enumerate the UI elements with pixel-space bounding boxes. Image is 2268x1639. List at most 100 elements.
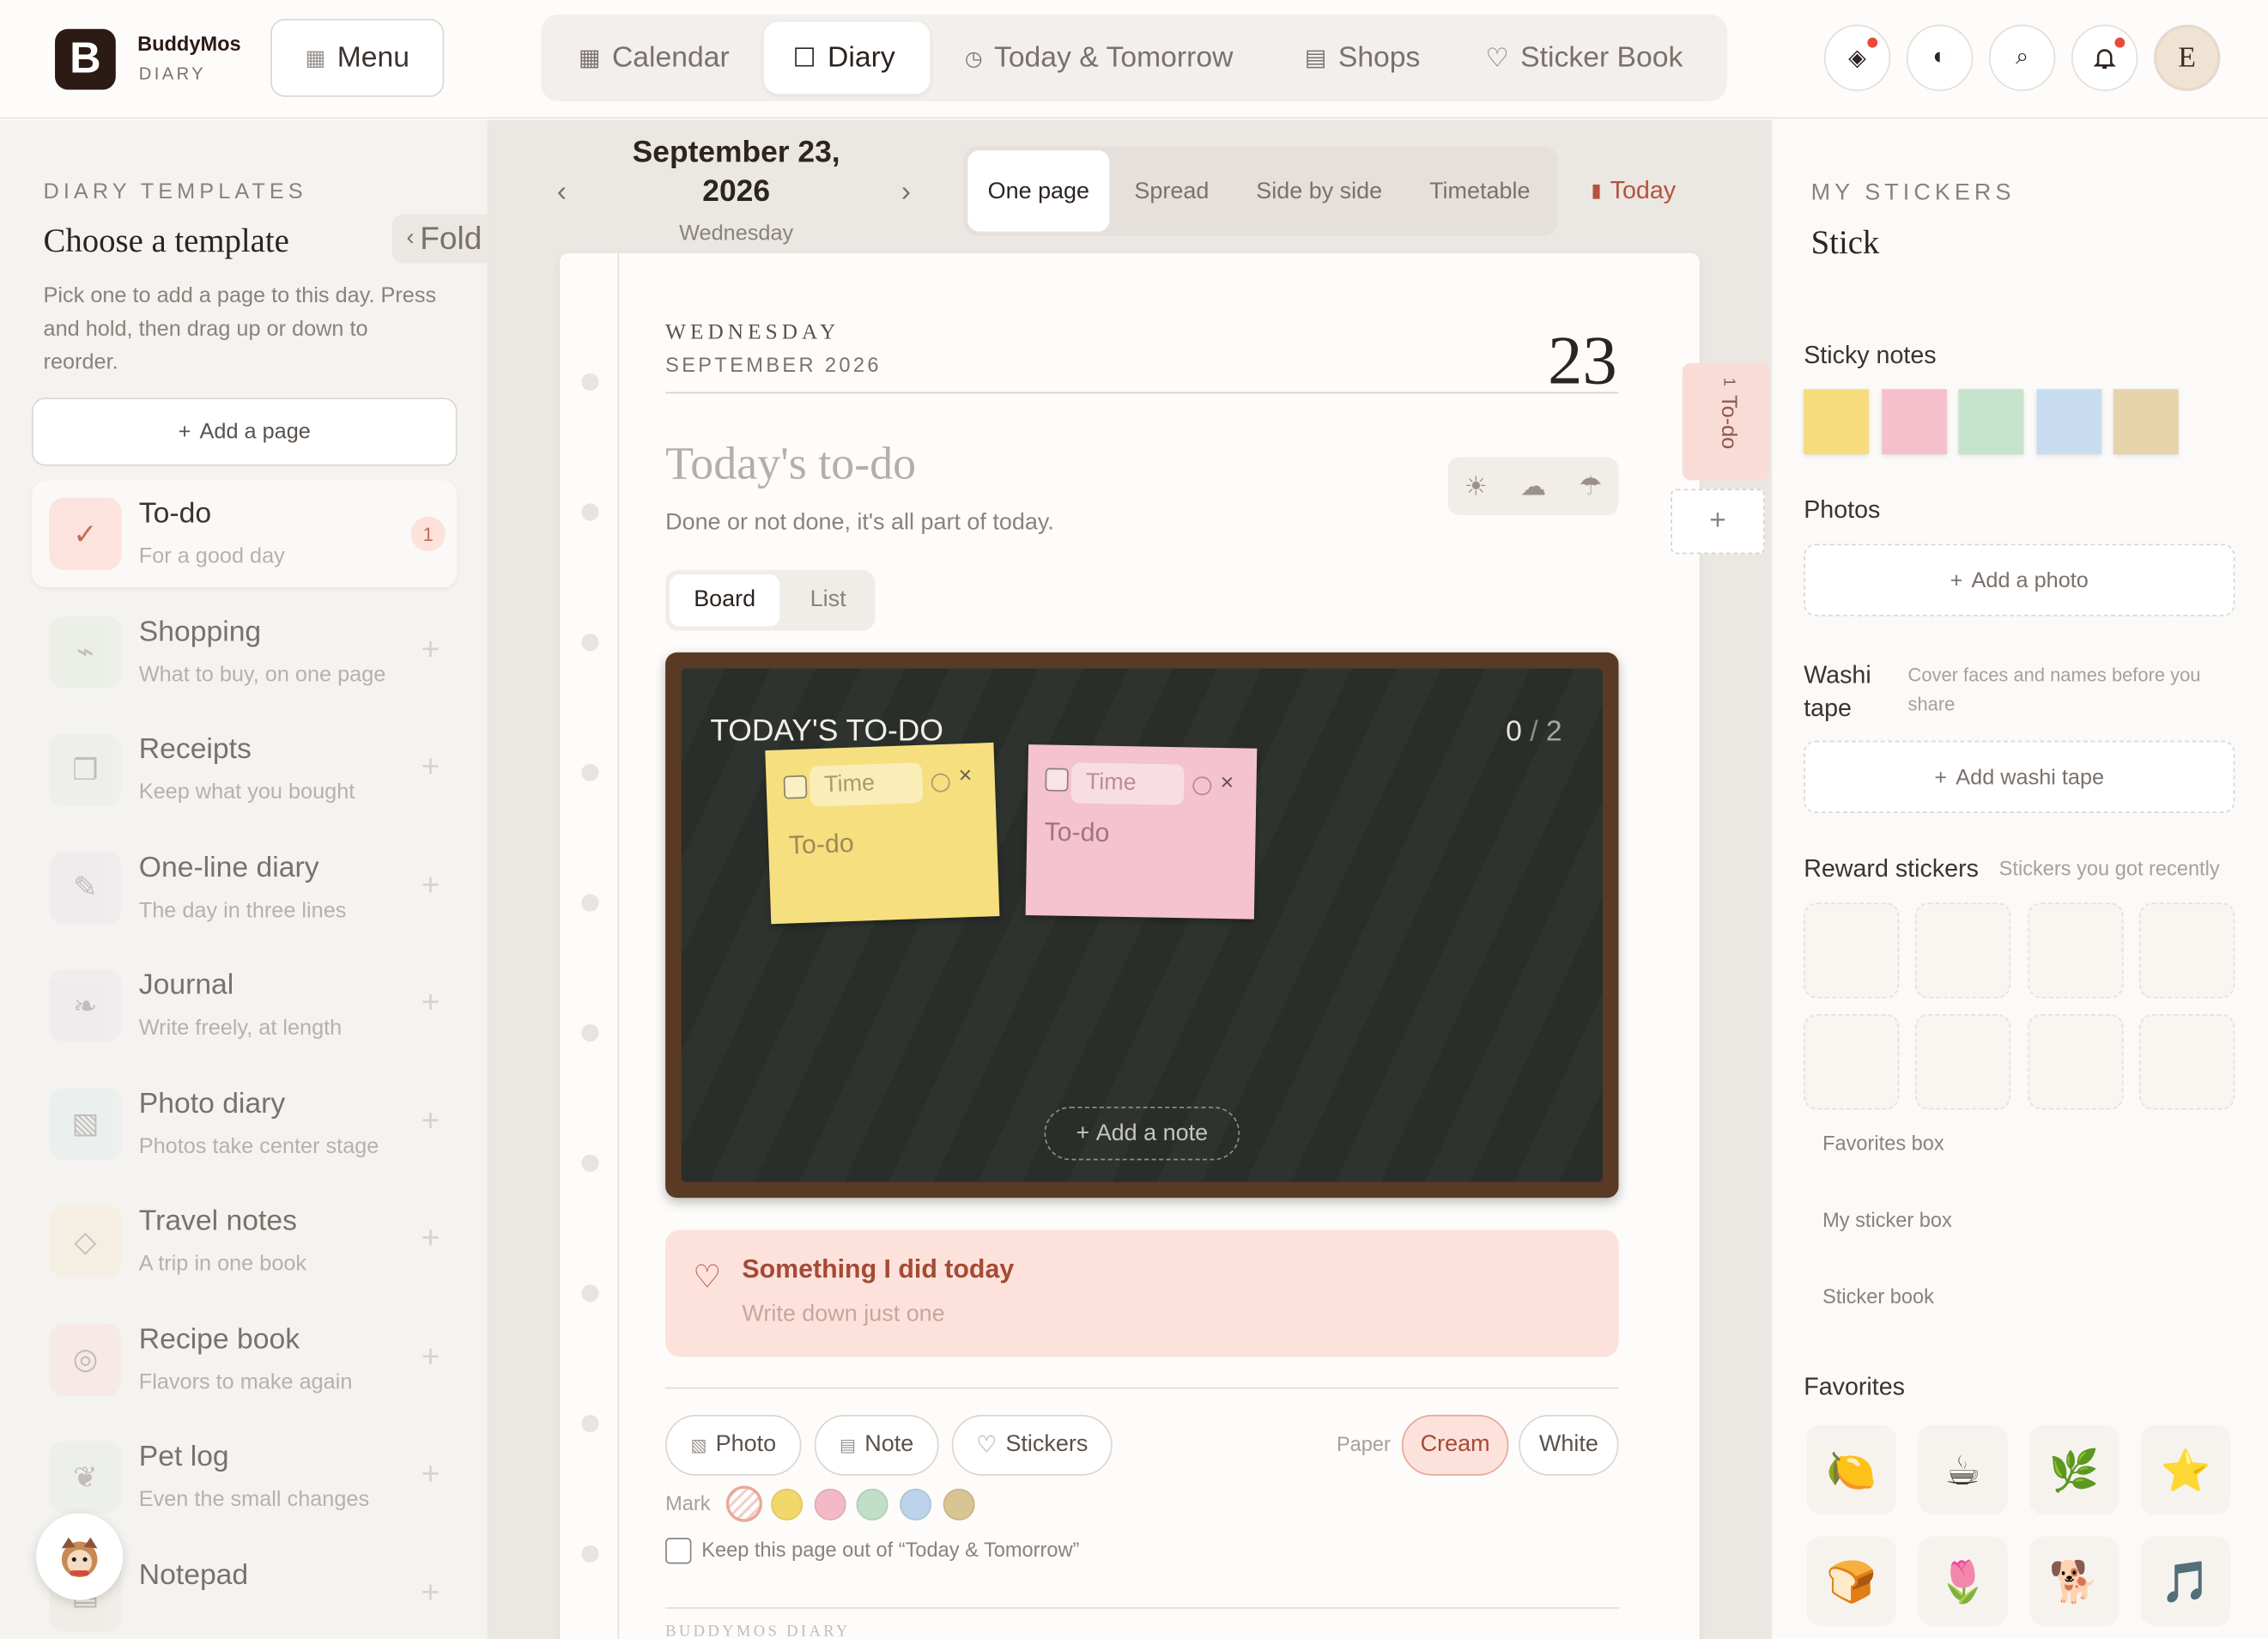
add-photo-chip[interactable]: ▧ Photo: [665, 1414, 802, 1476]
did-today-card[interactable]: ♡ Something I did today Write down just …: [665, 1229, 1619, 1357]
mark-color-swatch[interactable]: [943, 1488, 975, 1521]
sticky-note-swatch[interactable]: [1804, 389, 1870, 455]
template-to-do[interactable]: ✓ To-do For a good day 1: [32, 480, 458, 588]
template-journal[interactable]: ❧ Journal Write freely, at length +: [32, 952, 457, 1059]
avatar[interactable]: E: [2153, 24, 2221, 92]
mascot-button[interactable]: [36, 1513, 124, 1600]
keep-out-checkbox[interactable]: [665, 1538, 692, 1564]
template-photo-diary[interactable]: ▧ Photo diary Photos take center stage +: [32, 1070, 457, 1177]
note-color-button[interactable]: [931, 773, 951, 793]
nav-diary[interactable]: ☐ Diary: [763, 21, 931, 94]
search-button[interactable]: ⌕: [1988, 24, 2056, 92]
view-one-page[interactable]: One page: [967, 150, 1110, 232]
view-timetable[interactable]: Timetable: [1408, 150, 1552, 231]
note-time-field[interactable]: Time: [809, 762, 924, 807]
reward-sticker-slot[interactable]: [2027, 902, 2123, 999]
add-template-plus-icon[interactable]: +: [421, 1338, 440, 1375]
tab-list[interactable]: List: [788, 574, 868, 627]
reward-sticker-slot[interactable]: [1915, 902, 2011, 999]
add-stickers-chip[interactable]: ♡ Stickers: [951, 1414, 1113, 1476]
app-logo[interactable]: B: [55, 28, 116, 90]
paper-cream-option[interactable]: Cream: [1401, 1414, 1509, 1476]
add-template-plus-icon[interactable]: +: [421, 1573, 440, 1611]
tulip-sticker-icon[interactable]: 🌷: [1918, 1536, 2008, 1626]
add-page-button[interactable]: + Add a page: [32, 398, 458, 466]
mark-color-swatch[interactable]: [814, 1488, 846, 1521]
nav-today-tomorrow[interactable]: ◷ Today & Tomorrow: [944, 21, 1253, 94]
sticker-shortcut-button[interactable]: ◈: [1823, 24, 1891, 92]
add-template-plus-icon[interactable]: +: [421, 748, 440, 786]
favorites-box-link[interactable]: Favorites box: [1822, 1132, 1944, 1155]
template-one-line-diary[interactable]: ✎ One-line diary The day in three lines +: [32, 834, 457, 941]
menu-button[interactable]: ▦ Menu: [270, 18, 445, 97]
template-travel-notes[interactable]: ◇ Travel notes A trip in one book +: [32, 1187, 457, 1295]
note-text[interactable]: To-do: [788, 829, 854, 861]
music-sticker-icon[interactable]: 🎵: [2140, 1536, 2231, 1626]
sticker-book-link[interactable]: Sticker book: [1822, 1284, 1934, 1308]
add-template-plus-icon[interactable]: +: [421, 630, 440, 668]
add-photo-button[interactable]: + Add a photo: [1804, 543, 2235, 616]
lemon-sticker-icon[interactable]: 🍋: [1806, 1424, 1897, 1515]
mark-color-swatch[interactable]: [771, 1488, 804, 1521]
mark-color-swatch[interactable]: [900, 1488, 932, 1521]
reward-sticker-slot[interactable]: [2027, 1014, 2123, 1110]
nav-calendar[interactable]: ▦ Calendar: [558, 21, 749, 94]
sticky-note[interactable]: Time × To-do: [1025, 744, 1258, 920]
add-note-button[interactable]: + Add a note: [1044, 1107, 1240, 1161]
nav-sticker-book[interactable]: ♡ Sticker Book: [1465, 21, 1703, 94]
fold-button[interactable]: ‹ Fold: [391, 214, 488, 264]
reward-sticker-slot[interactable]: [2138, 1014, 2235, 1110]
mark-none-swatch[interactable]: [725, 1485, 762, 1522]
nav-shops[interactable]: ▤ Shops: [1284, 21, 1440, 94]
view-side-by-side[interactable]: Side by side: [1252, 150, 1386, 231]
sticky-note-swatch[interactable]: [2035, 389, 2101, 455]
note-color-button[interactable]: [1192, 776, 1212, 796]
add-note-chip[interactable]: ▤ Note: [814, 1414, 939, 1476]
add-template-plus-icon[interactable]: +: [421, 1102, 440, 1139]
paper-white-option[interactable]: White: [1519, 1414, 1619, 1476]
sticky-note[interactable]: Time × To-do: [765, 742, 1000, 925]
cloud-icon[interactable]: ☁: [1520, 470, 1546, 501]
star-sticker-icon[interactable]: ⭐: [2140, 1424, 2231, 1515]
page-side-tab[interactable]: 1 To-do: [1682, 362, 1769, 481]
add-template-plus-icon[interactable]: +: [421, 1455, 440, 1493]
add-side-tab-button[interactable]: +: [1671, 489, 1765, 555]
reward-sticker-slot[interactable]: [1804, 902, 1900, 999]
prev-day-button[interactable]: ‹: [557, 177, 567, 210]
my-sticker-box-link[interactable]: My sticker box: [1822, 1208, 1952, 1231]
view-spread[interactable]: Spread: [1109, 150, 1234, 231]
template-pet-log[interactable]: ❦ Pet log Even the small changes +: [32, 1424, 457, 1531]
leaf-sticker-icon[interactable]: 🌿: [2029, 1424, 2119, 1515]
notifications-button[interactable]: [2071, 24, 2138, 92]
note-text[interactable]: To-do: [1044, 817, 1109, 849]
dog-sticker-icon[interactable]: 🐕: [2029, 1536, 2119, 1626]
next-day-button[interactable]: ›: [901, 177, 911, 210]
close-icon[interactable]: ×: [1220, 771, 1234, 798]
note-checkbox[interactable]: [783, 774, 808, 799]
theme-toggle-button[interactable]: ◐: [1906, 24, 1974, 92]
add-washi-button[interactable]: + Add washi tape: [1804, 740, 2235, 813]
close-icon[interactable]: ×: [958, 763, 973, 790]
today-button[interactable]: ▮ Today: [1591, 177, 1676, 206]
page-title[interactable]: Today's to-do: [665, 437, 916, 490]
sticky-note-swatch[interactable]: [2113, 389, 2179, 455]
add-template-plus-icon[interactable]: +: [421, 1219, 440, 1257]
bread-sticker-icon[interactable]: 🍞: [1806, 1536, 1897, 1626]
tab-board[interactable]: Board: [670, 574, 780, 627]
reward-sticker-slot[interactable]: [1915, 1014, 2011, 1110]
template-recipe-book[interactable]: ◎ Recipe book Flavors to make again +: [32, 1306, 457, 1413]
template-shopping[interactable]: ⌁ Shopping What to buy, on one page +: [32, 598, 457, 706]
sticky-note-swatch[interactable]: [1958, 389, 2024, 455]
add-template-plus-icon[interactable]: +: [421, 865, 440, 903]
add-template-plus-icon[interactable]: +: [421, 984, 440, 1022]
coffee-sticker-icon[interactable]: ☕: [1918, 1424, 2008, 1515]
note-checkbox[interactable]: [1045, 768, 1069, 792]
sun-icon[interactable]: ☀: [1464, 470, 1488, 501]
template-receipts[interactable]: ❐ Receipts Keep what you bought +: [32, 716, 457, 823]
umbrella-icon[interactable]: ☂: [1579, 470, 1602, 501]
reward-sticker-slot[interactable]: [1804, 1014, 1900, 1110]
sticky-note-swatch[interactable]: [1881, 389, 1947, 455]
note-time-field[interactable]: Time: [1070, 762, 1185, 805]
did-input[interactable]: Write down just one: [742, 1302, 944, 1328]
reward-sticker-slot[interactable]: [2138, 902, 2235, 999]
